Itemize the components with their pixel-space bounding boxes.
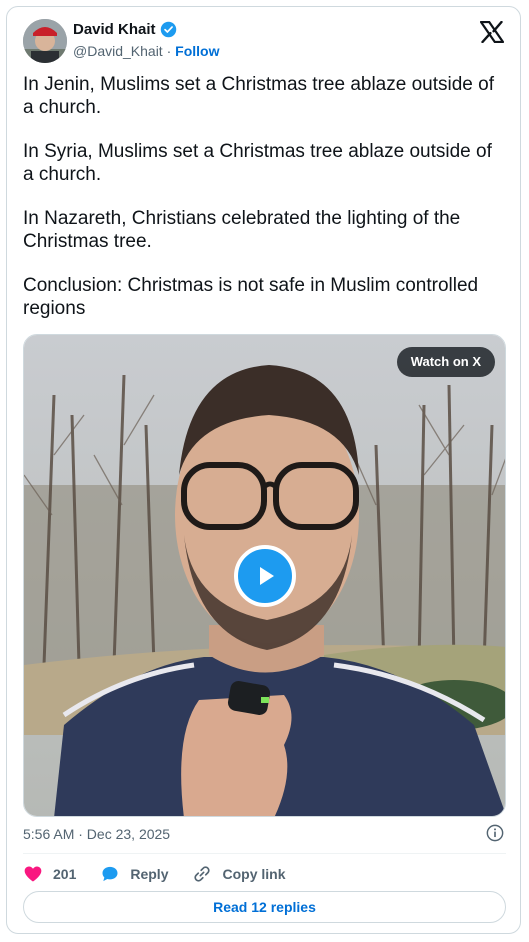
watch-on-x-button[interactable]: Watch on X [396, 347, 495, 377]
handle-separator: · [162, 43, 176, 59]
read-replies-button[interactable]: Read 12 replies [23, 891, 506, 923]
link-icon [194, 866, 211, 882]
heart-icon [24, 866, 42, 882]
copy-link-button[interactable]: Copy link [192, 864, 286, 884]
info-icon[interactable] [486, 824, 504, 842]
like-button[interactable]: 201 [23, 864, 76, 884]
author-name-row: David Khait [73, 21, 177, 38]
follow-button[interactable]: Follow [175, 43, 219, 59]
tweet-timestamp[interactable]: 5:56 AM · Dec 23, 2025 [23, 826, 170, 842]
author-handle-row: @David_Khait · Follow [73, 43, 219, 59]
play-icon [260, 567, 274, 585]
avatar-image [23, 19, 67, 63]
video-player[interactable]: Watch on X [23, 334, 506, 817]
speech-bubble-icon [102, 866, 118, 882]
x-logo-icon[interactable] [480, 21, 504, 43]
verified-badge-icon [160, 21, 176, 38]
reply-button[interactable]: Reply [100, 864, 168, 884]
tweet-paragraph: Conclusion: Christmas is not safe in Mus… [23, 275, 479, 319]
action-bar: 201 Reply Copy link [23, 863, 310, 885]
divider [23, 853, 506, 854]
like-count: 201 [53, 866, 77, 882]
tweet-embed-card: David Khait @David_Khait · Follow In Jen… [6, 6, 521, 934]
tweet-paragraph: In Syria, Muslims set a Christmas tree a… [23, 141, 492, 185]
author-name[interactable]: David Khait [73, 21, 156, 38]
avatar[interactable] [23, 19, 67, 63]
tweet-paragraph: In Jenin, Muslims set a Christmas tree a… [23, 74, 494, 118]
copy-link-label: Copy link [222, 866, 286, 882]
reply-label: Reply [130, 866, 169, 882]
author-handle[interactable]: @David_Khait [73, 43, 163, 59]
tweet-text: In Jenin, Muslims set a Christmas tree a… [23, 73, 507, 341]
play-button[interactable] [234, 545, 296, 607]
tweet-paragraph: In Nazareth, Christians celebrated the l… [23, 208, 461, 252]
